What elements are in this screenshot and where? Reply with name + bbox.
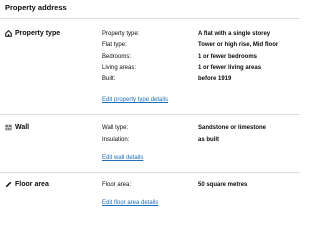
section-title-label: Wall [15, 124, 30, 131]
section-title-property-type: Property type [5, 30, 60, 37]
row-label: Living areas: [102, 65, 137, 71]
house-icon [5, 30, 12, 37]
section-title-label: Property type [15, 30, 61, 37]
row-label: Flat type: [102, 42, 127, 48]
row-label: Wall type: [102, 125, 129, 131]
row-value: A flat with a single storey [198, 31, 271, 37]
row-value: 1 or fewer bedrooms [198, 54, 258, 60]
section-title-wall: Wall [5, 124, 29, 131]
row-label: Bedrooms: [102, 54, 132, 60]
page-heading: Property address [5, 3, 67, 12]
row-label: Insulation: [102, 137, 130, 143]
divider [0, 172, 300, 173]
row-value: 1 or fewer living areas [198, 65, 262, 71]
pencil-icon [5, 181, 12, 188]
divider [0, 114, 300, 115]
row-label: Built: [102, 76, 116, 82]
row-value: as built [198, 137, 220, 143]
section-title-floor-area: Floor area [5, 181, 49, 188]
row-label: Property type: [102, 31, 140, 37]
edit-floor-area-link[interactable]: Edit floor area details [102, 200, 158, 206]
section-title-label: Floor area [15, 181, 49, 188]
edit-property-type-link[interactable]: Edit property type details [102, 97, 168, 103]
row-value: before 1919 [198, 76, 232, 82]
row-value: 50 square metres [198, 182, 248, 188]
edit-wall-link[interactable]: Edit wall details [102, 155, 143, 161]
divider [0, 18, 300, 19]
row-value: Sandstone or limestone [198, 125, 267, 131]
row-label: Floor area: [102, 182, 132, 188]
row-value: Tower or high rise, Mid floor [198, 42, 279, 48]
wall-icon [5, 124, 12, 131]
